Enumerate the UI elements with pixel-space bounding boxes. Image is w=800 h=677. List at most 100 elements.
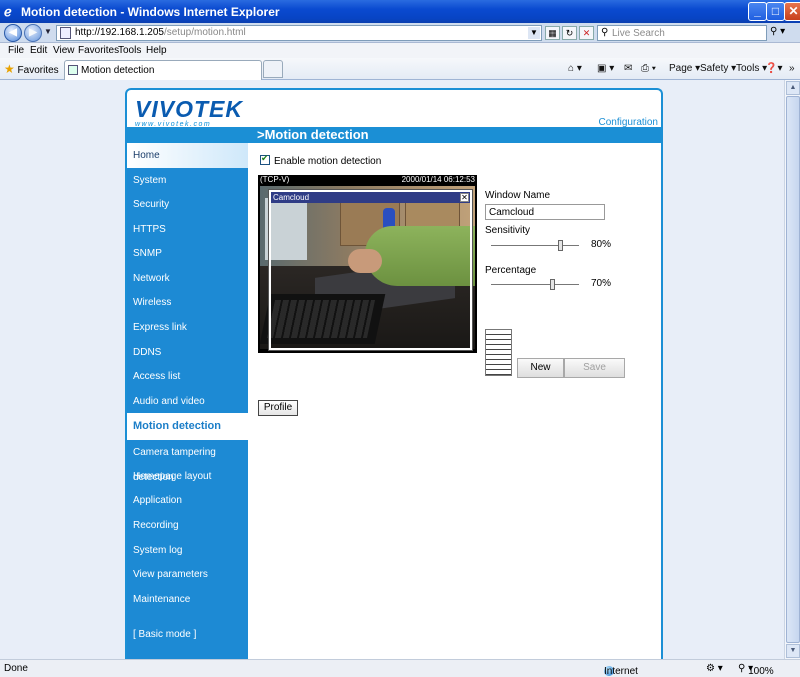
sidebar-item-view-parameters[interactable]: View parameters [127, 562, 248, 587]
protected-mode-icon[interactable]: ⚙ ▾ [706, 663, 723, 674]
scroll-up-arrow-icon[interactable]: ▲ [786, 81, 800, 95]
menu-tools[interactable]: Tools [118, 45, 141, 56]
search-placeholder: Live Search [612, 28, 665, 39]
window-titlebar: ℯ Motion detection - Windows Internet Ex… [0, 0, 800, 23]
menu-view[interactable]: View [53, 45, 75, 56]
percentage-slider-thumb[interactable] [550, 279, 555, 290]
menu-favorites[interactable]: Favorites [78, 45, 119, 56]
address-dropdown-icon[interactable]: ▼ [528, 27, 540, 39]
enable-motion-label: Enable motion detection [274, 156, 382, 167]
sidebar-item-system-log[interactable]: System log [127, 538, 248, 563]
recent-pages-dropdown[interactable]: ▼ [44, 27, 52, 36]
zoom-control[interactable]: ⚲ 100% ▾ [738, 663, 774, 677]
window-title: Motion detection - Windows Internet Expl… [21, 5, 280, 19]
motion-detection-panel: Enable motion detection (TCP-V) 2000/01/… [248, 143, 661, 659]
close-button[interactable]: ✕ [784, 2, 800, 21]
sidebar-item-https[interactable]: HTTPS [127, 217, 248, 242]
page-icon [68, 65, 78, 75]
more-commands-icon[interactable]: » [789, 63, 795, 74]
forward-button[interactable]: ▶ [24, 24, 42, 42]
sidebar-item-motion-detection[interactable]: Motion detection [127, 413, 248, 440]
motion-window-close-icon[interactable]: ✕ [460, 193, 469, 202]
page-title: >Motion detection [257, 127, 369, 142]
sidebar-item-snmp[interactable]: SNMP [127, 241, 248, 266]
percentage-slider[interactable] [491, 279, 579, 290]
sidebar-item-wireless[interactable]: Wireless [127, 290, 248, 315]
sidebar-item-security[interactable]: Security [127, 192, 248, 217]
favorites-button[interactable]: ★ Favorites [4, 62, 59, 76]
menu-file[interactable]: File [8, 45, 24, 56]
tools-menu[interactable]: Tools ▾ [736, 63, 767, 74]
save-button[interactable]: Save [564, 358, 625, 378]
sidebar-item-access-list[interactable]: Access list [127, 364, 248, 389]
address-url[interactable]: http://192.168.1.205/setup/motion.html [75, 27, 246, 38]
stream-type: (TCP-V) [260, 175, 290, 184]
star-icon: ★ [4, 62, 15, 76]
sidebar-item-basic-mode[interactable]: [ Basic mode ] [127, 622, 248, 647]
sensitivity-slider-thumb[interactable] [558, 240, 563, 251]
help-icon[interactable]: ❓▾ [765, 63, 782, 74]
motion-window-title: Camcloud [271, 192, 470, 203]
sidebar-item-network[interactable]: Network [127, 266, 248, 291]
feeds-icon[interactable]: ▣ ▾ [597, 63, 614, 74]
search-button[interactable]: ⚲ ▾ [770, 26, 794, 40]
favorites-bar: ★ Favorites Motion detection ⌂ ▾ ▣ ▾ ✉ ⎙… [0, 58, 800, 80]
sensitivity-value: 80% [591, 239, 612, 250]
safety-menu[interactable]: Safety ▾ [700, 63, 736, 74]
maximize-button[interactable]: □ [766, 2, 785, 21]
status-text: Done [4, 663, 28, 674]
search-input[interactable]: ⚲ Live Search [597, 25, 767, 41]
new-window-button[interactable]: New [517, 358, 564, 378]
stop-icon[interactable]: ✕ [579, 26, 594, 40]
sidebar-item-home[interactable]: Home [127, 143, 248, 168]
camera-config-page: VIVOTEK www.vivotek.com Configuration >M… [125, 88, 663, 659]
menu-edit[interactable]: Edit [30, 45, 47, 56]
live-video-view: (TCP-V) 2000/01/14 06:12:53 Camcloud ✕ [258, 175, 477, 353]
brand-name: VIVOTEK [135, 96, 243, 122]
menu-help[interactable]: Help [146, 45, 167, 56]
ie-logo-icon: ℯ [4, 4, 12, 19]
sidebar-item-homepage-layout[interactable]: Homepage layout [127, 464, 248, 489]
page-menu[interactable]: Page ▾ [669, 63, 700, 74]
sidebar-item-recording[interactable]: Recording [127, 513, 248, 538]
status-bar: Done Internet ⚙ ▾ ⚲ 100% ▾ [0, 659, 800, 677]
sidebar-item-ddns[interactable]: DDNS [127, 340, 248, 365]
minimize-button[interactable]: _ [748, 2, 767, 21]
sidebar-item-audio-video[interactable]: Audio and video [127, 389, 248, 414]
sensitivity-label: Sensitivity [485, 225, 531, 236]
sidebar-item-express-link[interactable]: Express link [127, 315, 248, 340]
sensitivity-slider[interactable] [491, 240, 579, 251]
sidebar-item-camera-tampering[interactable]: Camera tampering detection [127, 440, 248, 483]
scroll-down-arrow-icon[interactable]: ▼ [786, 644, 800, 658]
motion-window-list[interactable] [485, 329, 512, 376]
home-icon[interactable]: ⌂ ▾ [568, 63, 582, 74]
print-icon[interactable]: ⎙ ▾ [641, 63, 656, 74]
address-row: ◀ ▶ ▼ http://192.168.1.205/setup/motion.… [0, 23, 800, 43]
compatibility-icon[interactable]: ▦ [545, 26, 560, 40]
sidebar: Home System Security HTTPS SNMP Network … [127, 143, 248, 659]
enable-motion-checkbox[interactable] [260, 153, 270, 165]
video-header: (TCP-V) 2000/01/14 06:12:53 [258, 175, 477, 185]
window-name-field[interactable] [485, 204, 605, 220]
mail-icon[interactable]: ✉ [624, 63, 632, 74]
menu-bar: File Edit View Favorites Tools Help [0, 43, 800, 58]
percentage-value: 70% [591, 278, 612, 289]
tab-motion-detection[interactable]: Motion detection [64, 60, 262, 80]
vertical-scrollbar[interactable]: ▲ ▼ [784, 80, 800, 659]
browser-viewport: VIVOTEK www.vivotek.com Configuration >M… [0, 80, 784, 659]
vivotek-logo: VIVOTEK www.vivotek.com [135, 96, 243, 128]
profile-button[interactable]: Profile [258, 400, 298, 416]
motion-window-region[interactable]: Camcloud ✕ [268, 189, 473, 351]
sidebar-item-maintenance[interactable]: Maintenance [127, 587, 248, 612]
enable-motion-row: Enable motion detection [260, 153, 382, 167]
page-title-bar: >Motion detection [127, 127, 661, 143]
sidebar-item-application[interactable]: Application [127, 488, 248, 513]
address-bar[interactable]: http://192.168.1.205/setup/motion.html ▼ [56, 25, 542, 41]
scrollbar-thumb[interactable] [786, 96, 800, 643]
new-tab-button[interactable] [263, 60, 283, 78]
window-name-label: Window Name [485, 190, 551, 201]
refresh-icon[interactable]: ↻ [562, 26, 577, 40]
back-button[interactable]: ◀ [4, 24, 22, 42]
sidebar-item-system[interactable]: System [127, 168, 248, 193]
video-timestamp: 2000/01/14 06:12:53 [401, 175, 475, 184]
